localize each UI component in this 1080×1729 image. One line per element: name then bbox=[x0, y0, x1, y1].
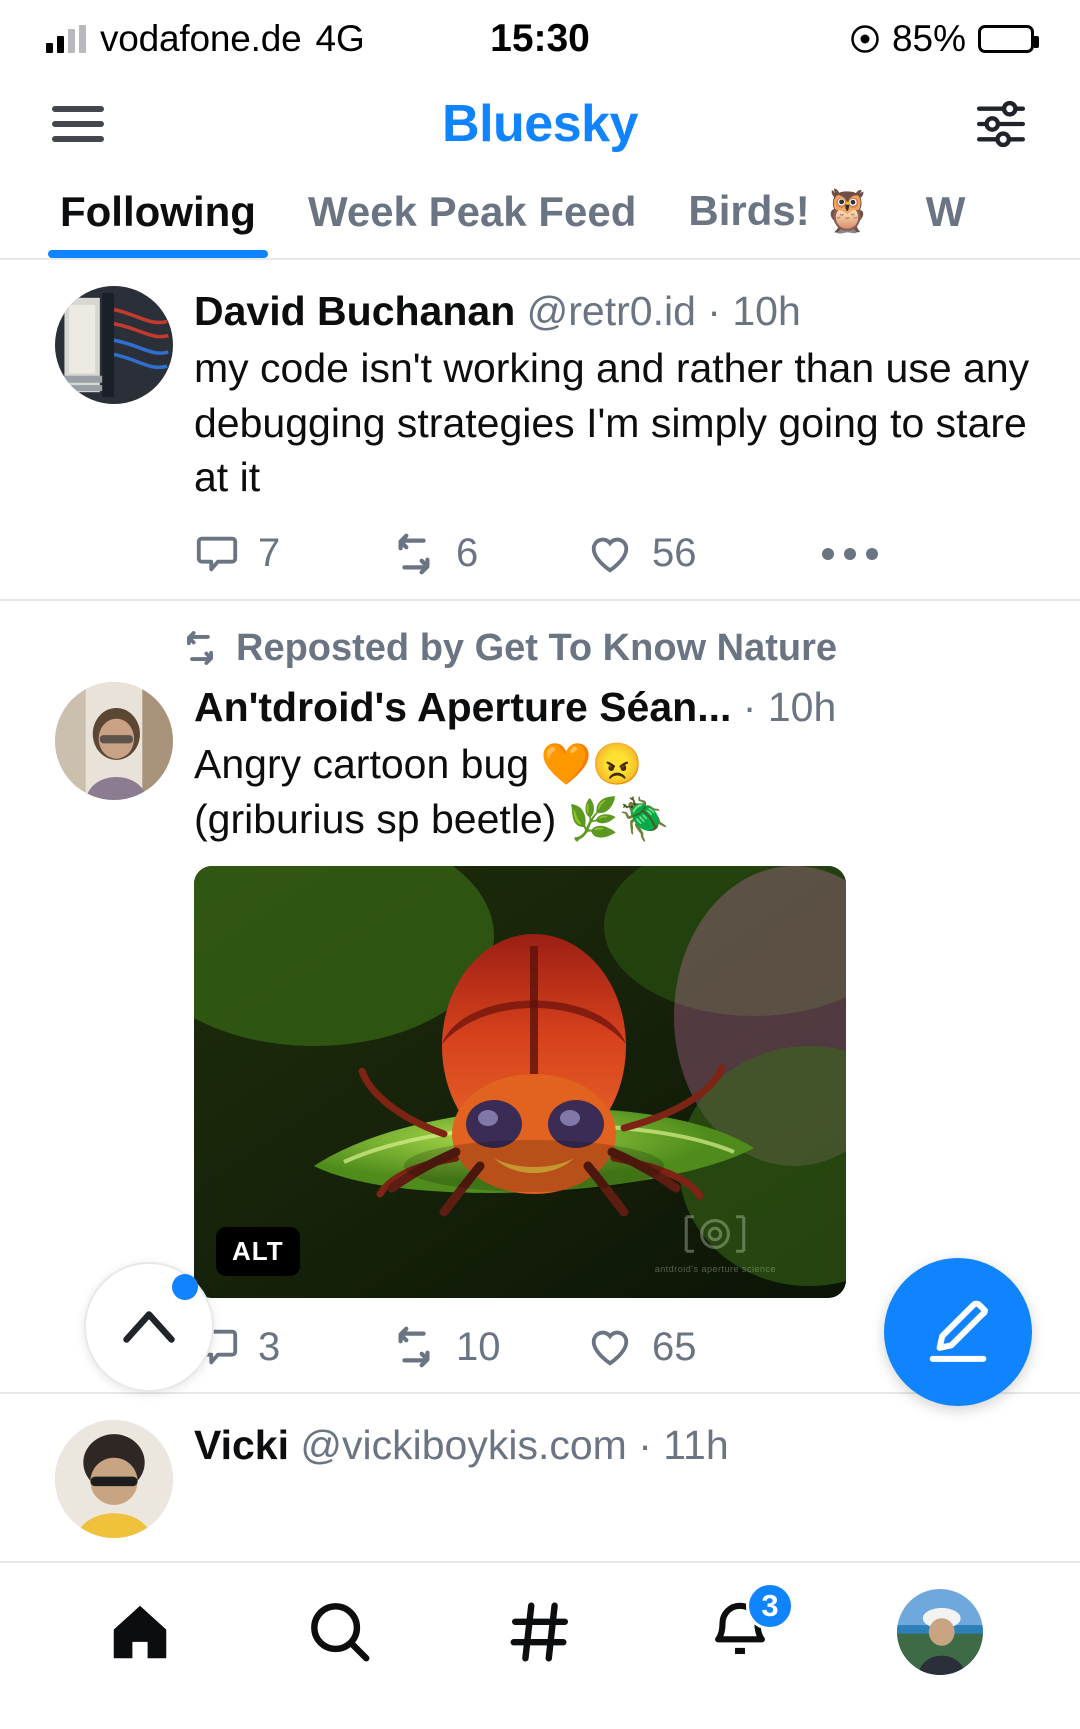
alt-text-badge[interactable]: ALT bbox=[216, 1227, 300, 1277]
reply-count: 3 bbox=[258, 1324, 281, 1369]
like-count: 65 bbox=[652, 1324, 697, 1369]
post-timestamp: 10h bbox=[732, 288, 801, 334]
avatar-person-photo bbox=[897, 1589, 983, 1675]
author-handle[interactable]: @retr0.id bbox=[527, 288, 696, 334]
author-name[interactable]: David Buchanan bbox=[194, 288, 515, 334]
avatar[interactable] bbox=[55, 286, 173, 404]
like-button[interactable]: 56 bbox=[586, 531, 782, 577]
post-separator: · bbox=[707, 288, 721, 334]
repost-count: 10 bbox=[456, 1324, 501, 1369]
repost-icon bbox=[187, 631, 213, 666]
post-avatar-column bbox=[34, 1420, 194, 1539]
repost-button[interactable]: 6 bbox=[390, 531, 586, 577]
status-bar-clock: 15:30 bbox=[490, 17, 590, 60]
avatar[interactable] bbox=[55, 681, 173, 800]
post-avatar-column bbox=[34, 286, 194, 599]
post-item-david-buchanan[interactable]: David Buchanan @retr0.id · 10h my code i… bbox=[0, 260, 1080, 599]
new-posts-indicator-dot bbox=[172, 1274, 198, 1300]
scroll-to-top-chevron-icon bbox=[123, 1311, 175, 1343]
battery-icon bbox=[978, 25, 1039, 53]
bluesky-app-screen: vodafone.de 4G 15:30 85% Bluesky Followi… bbox=[0, 0, 1080, 1729]
repost-button[interactable]: 10 bbox=[390, 1324, 586, 1370]
feeds-hashtag-icon bbox=[510, 1602, 568, 1662]
post-author-line: An'tdroid's Aperture Séan... · 10h bbox=[194, 682, 1038, 733]
reply-icon bbox=[196, 536, 238, 572]
nav-feeds[interactable] bbox=[480, 1586, 600, 1678]
repost-count: 6 bbox=[456, 531, 479, 576]
photo-watermark: antdroid's aperture science bbox=[655, 1211, 776, 1274]
author-name[interactable]: An'tdroid's Aperture Séan... bbox=[194, 684, 731, 730]
search-icon bbox=[311, 1603, 370, 1662]
tab-week-peak-feed[interactable]: Week Peak Feed bbox=[282, 188, 662, 258]
reply-button[interactable]: 3 bbox=[194, 1324, 390, 1370]
author-name[interactable]: Vicki bbox=[194, 1422, 289, 1468]
tab-w-truncated[interactable]: W bbox=[900, 188, 992, 258]
reply-button[interactable]: 7 bbox=[194, 531, 390, 577]
like-button[interactable]: 65 bbox=[586, 1324, 782, 1370]
repost-icon bbox=[398, 533, 430, 575]
more-options-icon[interactable] bbox=[822, 547, 878, 560]
nav-search[interactable] bbox=[280, 1586, 400, 1678]
post-timestamp: 10h bbox=[767, 683, 837, 730]
post-content: Vicki @vickiboykis.com · 11h bbox=[194, 1420, 1046, 1538]
repost-attribution[interactable]: Reposted by Get To Know Nature bbox=[0, 627, 1080, 682]
post-author-line: David Buchanan @retr0.id · 10h bbox=[194, 286, 1038, 337]
nav-notifications[interactable]: 3 bbox=[680, 1582, 800, 1678]
author-handle[interactable]: @vickiboykis.com bbox=[300, 1422, 626, 1468]
status-bar: vodafone.de 4G 15:30 85% bbox=[0, 0, 1080, 78]
post-separator: · bbox=[742, 683, 757, 730]
heart-icon bbox=[591, 1330, 629, 1366]
reply-count: 7 bbox=[258, 531, 281, 576]
profile-avatar-icon bbox=[897, 1589, 983, 1675]
post-action-bar[interactable]: 7 6 56 bbox=[194, 531, 1038, 577]
camera-watermark-icon bbox=[685, 1215, 746, 1253]
avatar-person-photo bbox=[55, 681, 173, 800]
tab-following[interactable]: Following bbox=[34, 188, 282, 258]
post-separator: · bbox=[638, 1422, 652, 1469]
feed-tab-bar[interactable]: Following Week Peak Feed Birds! 🦉 W bbox=[0, 170, 1080, 260]
post-text: Angry cartoon bug 🧡😠 (griburius sp beetl… bbox=[194, 741, 670, 842]
nav-home[interactable] bbox=[80, 1586, 200, 1678]
avatar-person-photo bbox=[55, 1420, 173, 1539]
post-content: David Buchanan @retr0.id · 10h my code i… bbox=[194, 286, 1046, 599]
compose-post-button[interactable] bbox=[884, 1258, 1032, 1406]
tab-birds[interactable]: Birds! 🦉 bbox=[662, 187, 899, 258]
repost-label: Reposted by Get To Know Nature bbox=[236, 626, 838, 669]
like-count: 56 bbox=[652, 531, 697, 576]
heart-icon bbox=[591, 537, 629, 573]
post-image[interactable]: ALT antdroid's aperture science bbox=[194, 866, 846, 1299]
post-author-line: Vicki @vickiboykis.com · 11h bbox=[194, 1420, 1038, 1471]
avatar-circuit-board-photo bbox=[55, 286, 173, 404]
post-timestamp: 11h bbox=[663, 1422, 729, 1469]
compose-post-icon bbox=[929, 1300, 988, 1362]
bottom-navigation-bar[interactable]: 3 bbox=[0, 1561, 1080, 1729]
watermark-text: antdroid's aperture science bbox=[654, 1264, 776, 1275]
notification-badge: 3 bbox=[746, 1582, 794, 1630]
page-title: Bluesky bbox=[442, 95, 638, 153]
nav-profile[interactable] bbox=[880, 1586, 1000, 1678]
repost-icon bbox=[398, 1326, 430, 1368]
home-icon bbox=[113, 1605, 167, 1659]
app-header: Bluesky bbox=[0, 78, 1080, 170]
post-text: my code isn't working and rather than us… bbox=[194, 345, 1030, 501]
post-item-vicki[interactable]: Vicki @vickiboykis.com · 11h bbox=[0, 1394, 1080, 1539]
scroll-to-top-button[interactable] bbox=[84, 1262, 214, 1392]
avatar[interactable] bbox=[55, 1420, 173, 1539]
